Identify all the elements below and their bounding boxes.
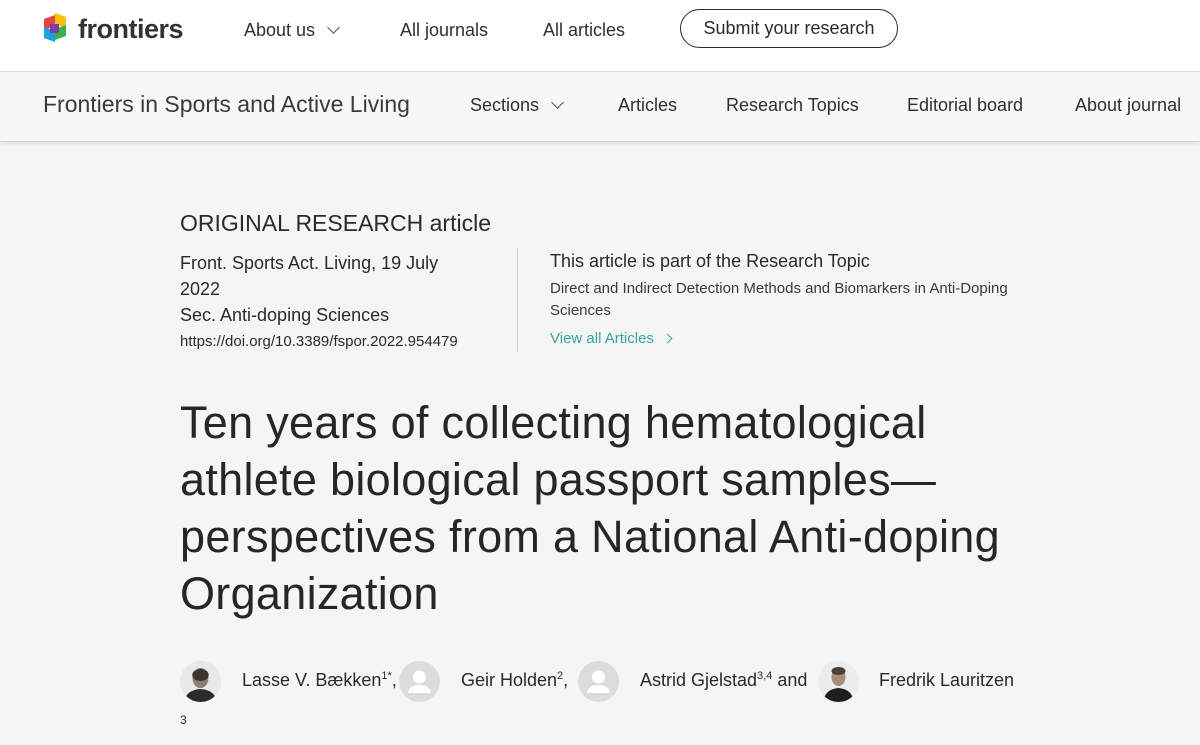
author-list: Lasse V. Bækken1*, Geir Holden2, Astrid …	[180, 661, 1080, 703]
research-topic-block: This article is part of the Research Top…	[550, 249, 1020, 348]
author-affiliation-number: 3	[180, 713, 187, 727]
author-name[interactable]: Astrid Gjelstad3,4 and	[640, 670, 807, 691]
citation-journal-date: Front. Sports Act. Living, 19 July	[180, 253, 439, 273]
user-icon	[408, 670, 431, 693]
nav-all-journals[interactable]: All journals	[400, 18, 488, 42]
research-topic-heading: This article is part of the Research Top…	[550, 251, 870, 271]
chevron-right-icon	[662, 333, 673, 344]
chevron-down-icon	[327, 21, 340, 34]
journal-title[interactable]: Frontiers in Sports and Active Living	[43, 91, 410, 118]
research-topic-link[interactable]: Direct and Indirect Detection Methods an…	[550, 278, 1010, 322]
nav-all-articles[interactable]: All articles	[543, 18, 625, 42]
author-avatar[interactable]	[818, 661, 859, 702]
journal-nav-about-journal[interactable]: About journal	[1075, 95, 1181, 116]
author-avatar-placeholder[interactable]	[578, 661, 619, 702]
user-icon	[587, 670, 610, 693]
journal-nav-research-topics[interactable]: Research Topics	[726, 95, 859, 116]
journal-nav-editorial-board[interactable]: Editorial board	[907, 95, 1023, 116]
frontiers-logo-icon	[44, 12, 70, 43]
citation-year: 2022	[180, 279, 221, 299]
author-avatar[interactable]	[180, 661, 221, 702]
article-title: Ten years of collecting hematological at…	[180, 397, 1000, 619]
nav-about-us-label: About us	[244, 20, 316, 40]
chevron-down-icon	[551, 96, 564, 109]
view-all-articles-link[interactable]: View all Articles	[550, 330, 673, 347]
journal-nav-articles[interactable]: Articles	[618, 95, 677, 116]
journal-nav-bar: Frontiers in Sports and Active Living Se…	[0, 72, 1200, 142]
author-avatar-placeholder[interactable]	[399, 661, 440, 702]
frontiers-logo[interactable]: frontiers	[44, 12, 184, 45]
doi-link[interactable]: https://doi.org/10.3389/fspor.2022.95447…	[180, 330, 500, 354]
submit-research-button[interactable]: Submit your research	[680, 9, 898, 48]
citation-block: Front. Sports Act. Living, 19 July 2022 …	[180, 250, 500, 354]
author-name[interactable]: Geir Holden2,	[461, 670, 568, 691]
journal-nav-sections[interactable]: Sections	[470, 95, 564, 116]
logo-text: frontiers	[78, 13, 184, 44]
site-header: frontiers About us All journals All arti…	[0, 0, 1200, 72]
view-all-articles-label: View all Articles	[550, 330, 654, 347]
author-name[interactable]: Fredrik Lauritzen	[879, 670, 1014, 691]
header-divider	[517, 248, 518, 352]
article-section: Sec. Anti-doping Sciences	[180, 305, 390, 325]
author-name[interactable]: Lasse V. Bækken1*,	[242, 670, 397, 691]
article-type: ORIGINAL RESEARCH article	[180, 210, 491, 236]
journal-nav-sections-label: Sections	[470, 95, 540, 115]
nav-about-us[interactable]: About us	[244, 18, 340, 42]
